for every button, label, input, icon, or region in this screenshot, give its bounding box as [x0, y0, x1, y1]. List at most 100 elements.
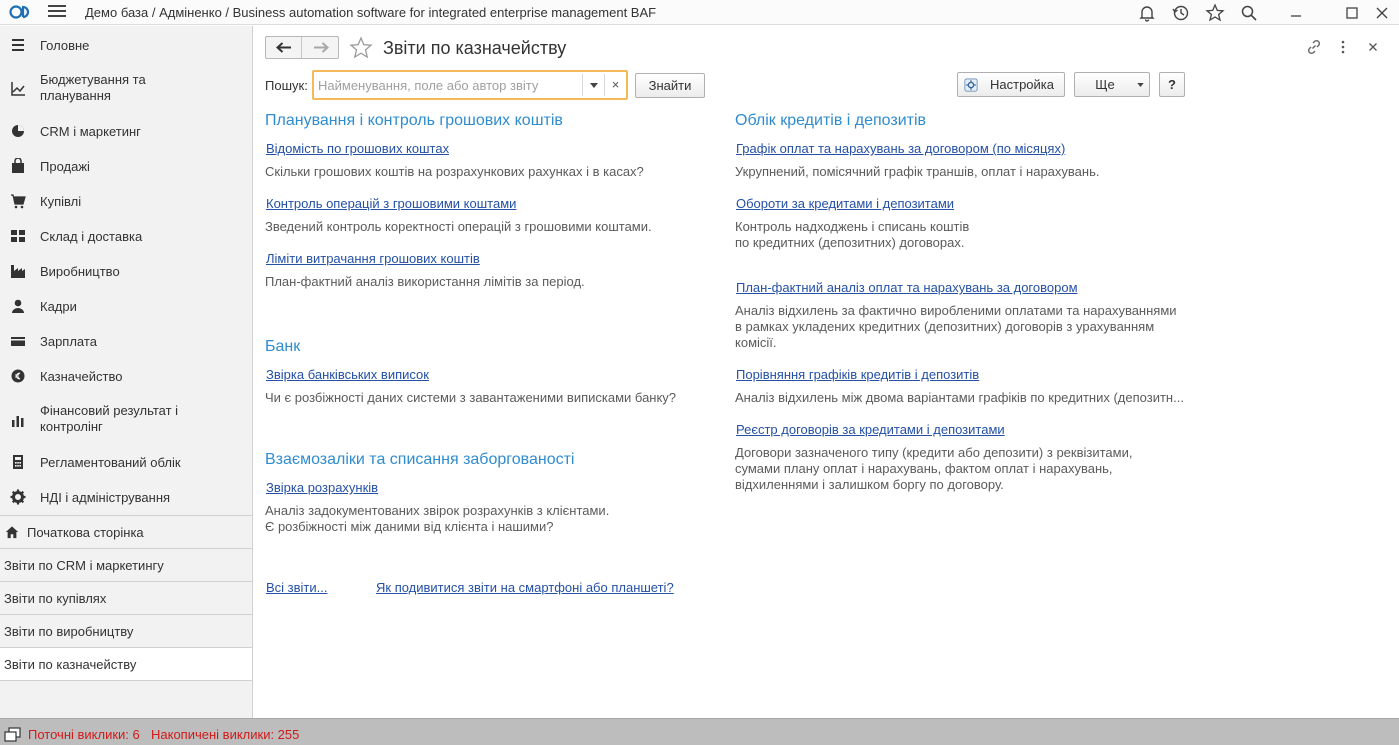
- open-page-label: Звіти по виробництву: [4, 624, 134, 639]
- search-clear-button[interactable]: ×: [604, 74, 626, 96]
- cart-icon: [11, 194, 26, 209]
- top-bar: Демо база / Адміненко / Business automat…: [0, 0, 1399, 25]
- help-button[interactable]: ?: [1159, 72, 1185, 97]
- report-link[interactable]: Звірка розрахунків: [266, 480, 378, 495]
- close-window-icon[interactable]: [1372, 3, 1392, 23]
- report-link[interactable]: Графік оплат та нарахувань за договором …: [736, 141, 1065, 156]
- main-menu-icon[interactable]: [48, 5, 66, 19]
- current-calls-status: Поточні виклики: 6: [28, 727, 140, 742]
- wallet-card-icon: [11, 337, 25, 346]
- history-icon[interactable]: [1171, 3, 1191, 23]
- coin-icon: [11, 369, 25, 383]
- link-icon[interactable]: [1305, 38, 1323, 56]
- report-description: Зведений контроль коректності операцій з…: [265, 219, 652, 234]
- sidebar-item-salary[interactable]: Зарплата: [0, 332, 252, 352]
- sidebar-item-production[interactable]: Виробництво: [0, 262, 252, 282]
- home-icon: [5, 526, 19, 539]
- shopping-bag-icon: [12, 158, 24, 173]
- sidebar-item-label: Купівлі: [40, 194, 82, 209]
- report-description: Контроль надходжень і списань коштів по …: [735, 219, 970, 250]
- find-button[interactable]: Знайти: [635, 73, 705, 98]
- settings-button-label: Настройка: [990, 77, 1054, 92]
- arrow-left-icon: [276, 42, 291, 53]
- pie-chart-icon: [12, 125, 24, 137]
- calculator-icon: [13, 455, 23, 469]
- sidebar-item-label: Склад і доставка: [40, 229, 143, 244]
- report-description: Аналіз відхилень за фактично виробленими…: [735, 303, 1177, 350]
- sidebar-item-financial-result[interactable]: Фінансовий результат і контролінг: [0, 403, 252, 437]
- sidebar-divider: [0, 680, 252, 681]
- sidebar-item-sales[interactable]: Продажі: [0, 157, 252, 177]
- open-page-treasury-reports[interactable]: Звіти по казначейству: [0, 648, 252, 680]
- person-icon: [12, 299, 24, 313]
- main-content: Звіти по казначейству Пошук: × Знайти На…: [254, 26, 1399, 718]
- sidebar: Головне Бюджетування та планування CRM і…: [0, 26, 253, 718]
- maximize-icon[interactable]: [1342, 3, 1362, 23]
- sidebar-item-purchases[interactable]: Купівлі: [0, 192, 252, 212]
- open-page-label: Звіти по CRM і маркетингу: [4, 558, 164, 573]
- chart-line-icon: [11, 82, 25, 96]
- mobile-reports-link[interactable]: Як подивитися звіти на смартфоні або пла…: [376, 580, 674, 595]
- sidebar-item-label: Зарплата: [40, 334, 97, 349]
- minimize-icon[interactable]: [1286, 3, 1306, 23]
- sidebar-item-label: Виробництво: [40, 264, 120, 279]
- sidebar-item-label: Головне: [40, 38, 90, 53]
- accumulated-calls-status: Накопичені виклики: 255: [151, 727, 300, 742]
- sidebar-item-warehouse[interactable]: Склад і доставка: [0, 227, 252, 247]
- sidebar-item-admin[interactable]: НДІ і адміністрування: [0, 488, 252, 508]
- settings-button[interactable]: Настройка: [957, 72, 1065, 97]
- favorite-star-icon[interactable]: [349, 36, 373, 60]
- search-icon[interactable]: [1239, 3, 1259, 23]
- forward-button[interactable]: [303, 37, 339, 58]
- window-title: Демо база / Адміненко / Business automat…: [85, 5, 657, 20]
- search-dropdown-button[interactable]: [582, 74, 604, 96]
- close-page-icon[interactable]: [1364, 38, 1382, 56]
- windows-icon[interactable]: [4, 727, 22, 743]
- favorites-star-icon[interactable]: [1205, 3, 1225, 23]
- sidebar-item-budgeting[interactable]: Бюджетування та планування: [0, 72, 252, 106]
- open-page-label: Звіти по казначейству: [4, 657, 137, 672]
- report-link[interactable]: Звірка банківських виписок: [266, 367, 429, 382]
- search-input[interactable]: [318, 76, 578, 94]
- report-description: Чи є розбіжності даних системи з заванта…: [265, 390, 677, 405]
- all-reports-link[interactable]: Всі звіти...: [266, 580, 327, 595]
- app-logo-icon[interactable]: [8, 3, 38, 21]
- sidebar-item-hr[interactable]: Кадри: [0, 297, 252, 317]
- report-link[interactable]: Відомість по грошових коштах: [266, 141, 449, 156]
- open-page-crm-reports[interactable]: Звіти по CRM і маркетингу: [0, 549, 252, 581]
- sidebar-item-label: Кадри: [40, 299, 77, 314]
- sidebar-item-treasury[interactable]: Казначейство: [0, 367, 252, 387]
- report-description: План-фактний аналіз використання лімітів…: [265, 274, 585, 289]
- sidebar-item-regulated-accounting[interactable]: Регламентований облік: [0, 453, 252, 473]
- sidebar-item-label: Регламентований облік: [40, 455, 181, 470]
- sidebar-item-crm[interactable]: CRM і маркетинг: [0, 122, 252, 142]
- sidebar-item-main[interactable]: Головне: [0, 36, 252, 56]
- report-description: Скільки грошових коштів на розрахункових…: [265, 164, 644, 179]
- open-page-purchase-reports[interactable]: Звіти по купівлях: [0, 582, 252, 614]
- open-page-home[interactable]: Початкова сторінка: [0, 516, 252, 548]
- sidebar-item-label: Продажі: [40, 159, 90, 174]
- bell-icon[interactable]: [1137, 3, 1157, 23]
- report-link[interactable]: Обороти за кредитами і депозитами: [736, 196, 954, 211]
- group-title: Взаємозаліки та списання заборгованості: [265, 451, 575, 468]
- arrow-right-icon: [314, 42, 329, 53]
- report-link[interactable]: Порівняння графіків кредитів і депозитів: [736, 367, 979, 382]
- report-link[interactable]: Реєстр договорів за кредитами і депозита…: [736, 422, 1005, 437]
- more-vertical-icon[interactable]: [1334, 38, 1352, 56]
- open-page-production-reports[interactable]: Звіти по виробництву: [0, 615, 252, 647]
- search-label: Пошук:: [265, 78, 308, 93]
- group-title: Банк: [265, 338, 301, 355]
- navigation-buttons: [265, 36, 339, 59]
- open-page-label: Звіти по купівлях: [4, 591, 107, 606]
- sidebar-item-label: Фінансовий результат і контролінг: [40, 403, 179, 434]
- report-link[interactable]: План-фактний аналіз оплат та нарахувань …: [736, 280, 1078, 295]
- more-button[interactable]: Ще: [1074, 72, 1150, 97]
- report-link[interactable]: Ліміти витрачання грошових коштів: [266, 251, 480, 266]
- sidebar-item-label: НДІ і адміністрування: [40, 490, 171, 505]
- sidebar-item-label: CRM і маркетинг: [40, 124, 141, 139]
- chevron-down-icon: [590, 83, 598, 88]
- report-link[interactable]: Контроль операцій з грошовими коштами: [266, 196, 516, 211]
- group-title: Планування і контроль грошових коштів: [265, 112, 563, 129]
- report-description: Укрупнений, помісячний графік траншів, о…: [735, 164, 1100, 179]
- back-button[interactable]: [266, 37, 302, 58]
